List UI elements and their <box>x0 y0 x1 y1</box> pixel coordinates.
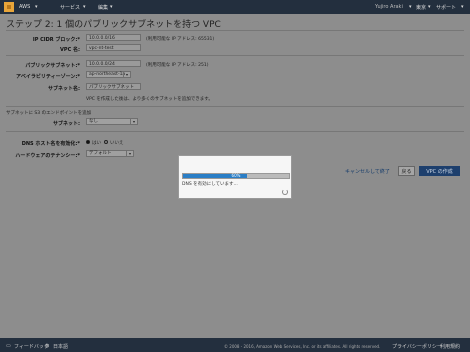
support-menu[interactable]: サポート <box>436 4 456 11</box>
footer-bar: ▭ フィードバック ◍ 日本語 © 2008 - 2016, Amazon We… <box>0 338 470 352</box>
divider <box>6 55 464 56</box>
copyright-text: © 2008 - 2016, Amazon Web Services, Inc.… <box>224 344 381 349</box>
terms-of-use-link[interactable]: 利用規約 <box>440 343 460 350</box>
ipv4-cidr-label: IP CIDR ブロック:* <box>32 37 80 43</box>
public-subnet-input[interactable]: 10.0.0.0/24 <box>86 60 141 67</box>
speech-bubble-icon: ▭ <box>6 343 11 349</box>
dns-yes-label: はい <box>92 141 101 146</box>
az-select[interactable]: ap-northeast-1a ▾ <box>86 71 131 78</box>
tenancy-select[interactable]: デフォルト ▾ <box>86 150 134 157</box>
divider <box>6 30 464 31</box>
page-title: ステップ 2: 1 個のパブリックサブネットを持つ VPC <box>6 20 221 30</box>
subnet-hint: VPC を作成した後は、より多くのサブネットを追加できます。 <box>86 97 213 102</box>
progress-message: DNS を有効にしています... <box>182 182 238 187</box>
chevron-down-icon: ▾ <box>126 151 133 156</box>
globe-icon: ◍ <box>45 343 50 349</box>
feedback-link[interactable]: フィードバック <box>14 343 49 350</box>
chevron-down-icon: ▾ <box>110 4 113 10</box>
tenancy-value: デフォルト <box>89 151 112 156</box>
create-vpc-button[interactable]: VPC の作成 <box>419 166 460 176</box>
subnet-name-label: サブネット名: <box>47 86 80 92</box>
progress-dialog: 60% DNS を有効にしています... <box>178 155 292 199</box>
s3-subnet-select[interactable]: なし ▾ <box>86 118 138 125</box>
dns-hostnames-label: DNS ホスト名を有効化:* <box>21 141 80 147</box>
s3-subnet-label: サブネット: <box>52 121 80 127</box>
vpc-name-input[interactable]: vpc-nt-test <box>86 44 141 51</box>
s3-endpoint-section-title: サブネットに S3 のエンドポイントを追加 <box>6 111 92 116</box>
az-value: ap-northeast-1a <box>89 72 126 77</box>
region-menu[interactable]: 東京 <box>416 4 426 11</box>
ipv4-cidr-input[interactable]: 10.0.0.0/16 <box>86 34 141 41</box>
chevron-down-icon: ▾ <box>461 4 464 10</box>
user-menu[interactable]: Yujiro Araki <box>375 4 403 10</box>
top-navigation-bar: AWS ▾ サービス ▾ 編集 ▾ Yujiro Araki ▾ 東京 ▾ サポ… <box>0 0 470 14</box>
chevron-down-icon: ▾ <box>123 72 130 77</box>
aws-menu[interactable]: AWS <box>19 4 30 10</box>
ipv4-cidr-note: (利用可能な IP アドレス: 65531) <box>146 37 215 42</box>
vpc-name-label: VPC 名: <box>60 47 80 53</box>
language-menu[interactable]: 日本語 <box>53 343 68 350</box>
public-subnet-label: パブリックサブネット:* <box>25 63 80 69</box>
divider <box>6 131 464 132</box>
chevron-down-icon: ▾ <box>35 4 38 10</box>
dns-no-label: いいえ <box>110 141 124 146</box>
cancel-and-exit-button[interactable]: キャンセルして終了 <box>345 168 390 175</box>
tenancy-label: ハードウェアのテナンシー:* <box>15 153 80 159</box>
aws-cube-icon[interactable] <box>4 2 14 12</box>
progress-bar: 60% <box>182 173 290 179</box>
spinner-icon <box>282 189 288 195</box>
chevron-down-icon: ▾ <box>428 4 431 10</box>
chevron-down-icon: ▾ <box>409 4 412 10</box>
public-subnet-note: (利用可能な IP アドレス: 251) <box>146 63 209 68</box>
s3-subnet-value: なし <box>89 119 98 124</box>
services-menu[interactable]: サービス <box>60 4 80 11</box>
subnet-name-input[interactable]: パブリックサブネット <box>86 83 141 90</box>
progress-percent: 60% <box>231 173 241 178</box>
az-label: アベイラビリティーゾーン:* <box>16 74 80 80</box>
dns-no-radio[interactable] <box>104 140 108 144</box>
chevron-down-icon: ▾ <box>83 4 86 10</box>
divider <box>6 106 464 107</box>
dns-yes-radio[interactable] <box>86 140 90 144</box>
edit-menu[interactable]: 編集 <box>98 4 108 11</box>
back-button[interactable]: 戻る <box>398 166 415 176</box>
chevron-down-icon: ▾ <box>130 119 137 124</box>
privacy-policy-link[interactable]: プライバシーポリシー <box>392 343 442 350</box>
